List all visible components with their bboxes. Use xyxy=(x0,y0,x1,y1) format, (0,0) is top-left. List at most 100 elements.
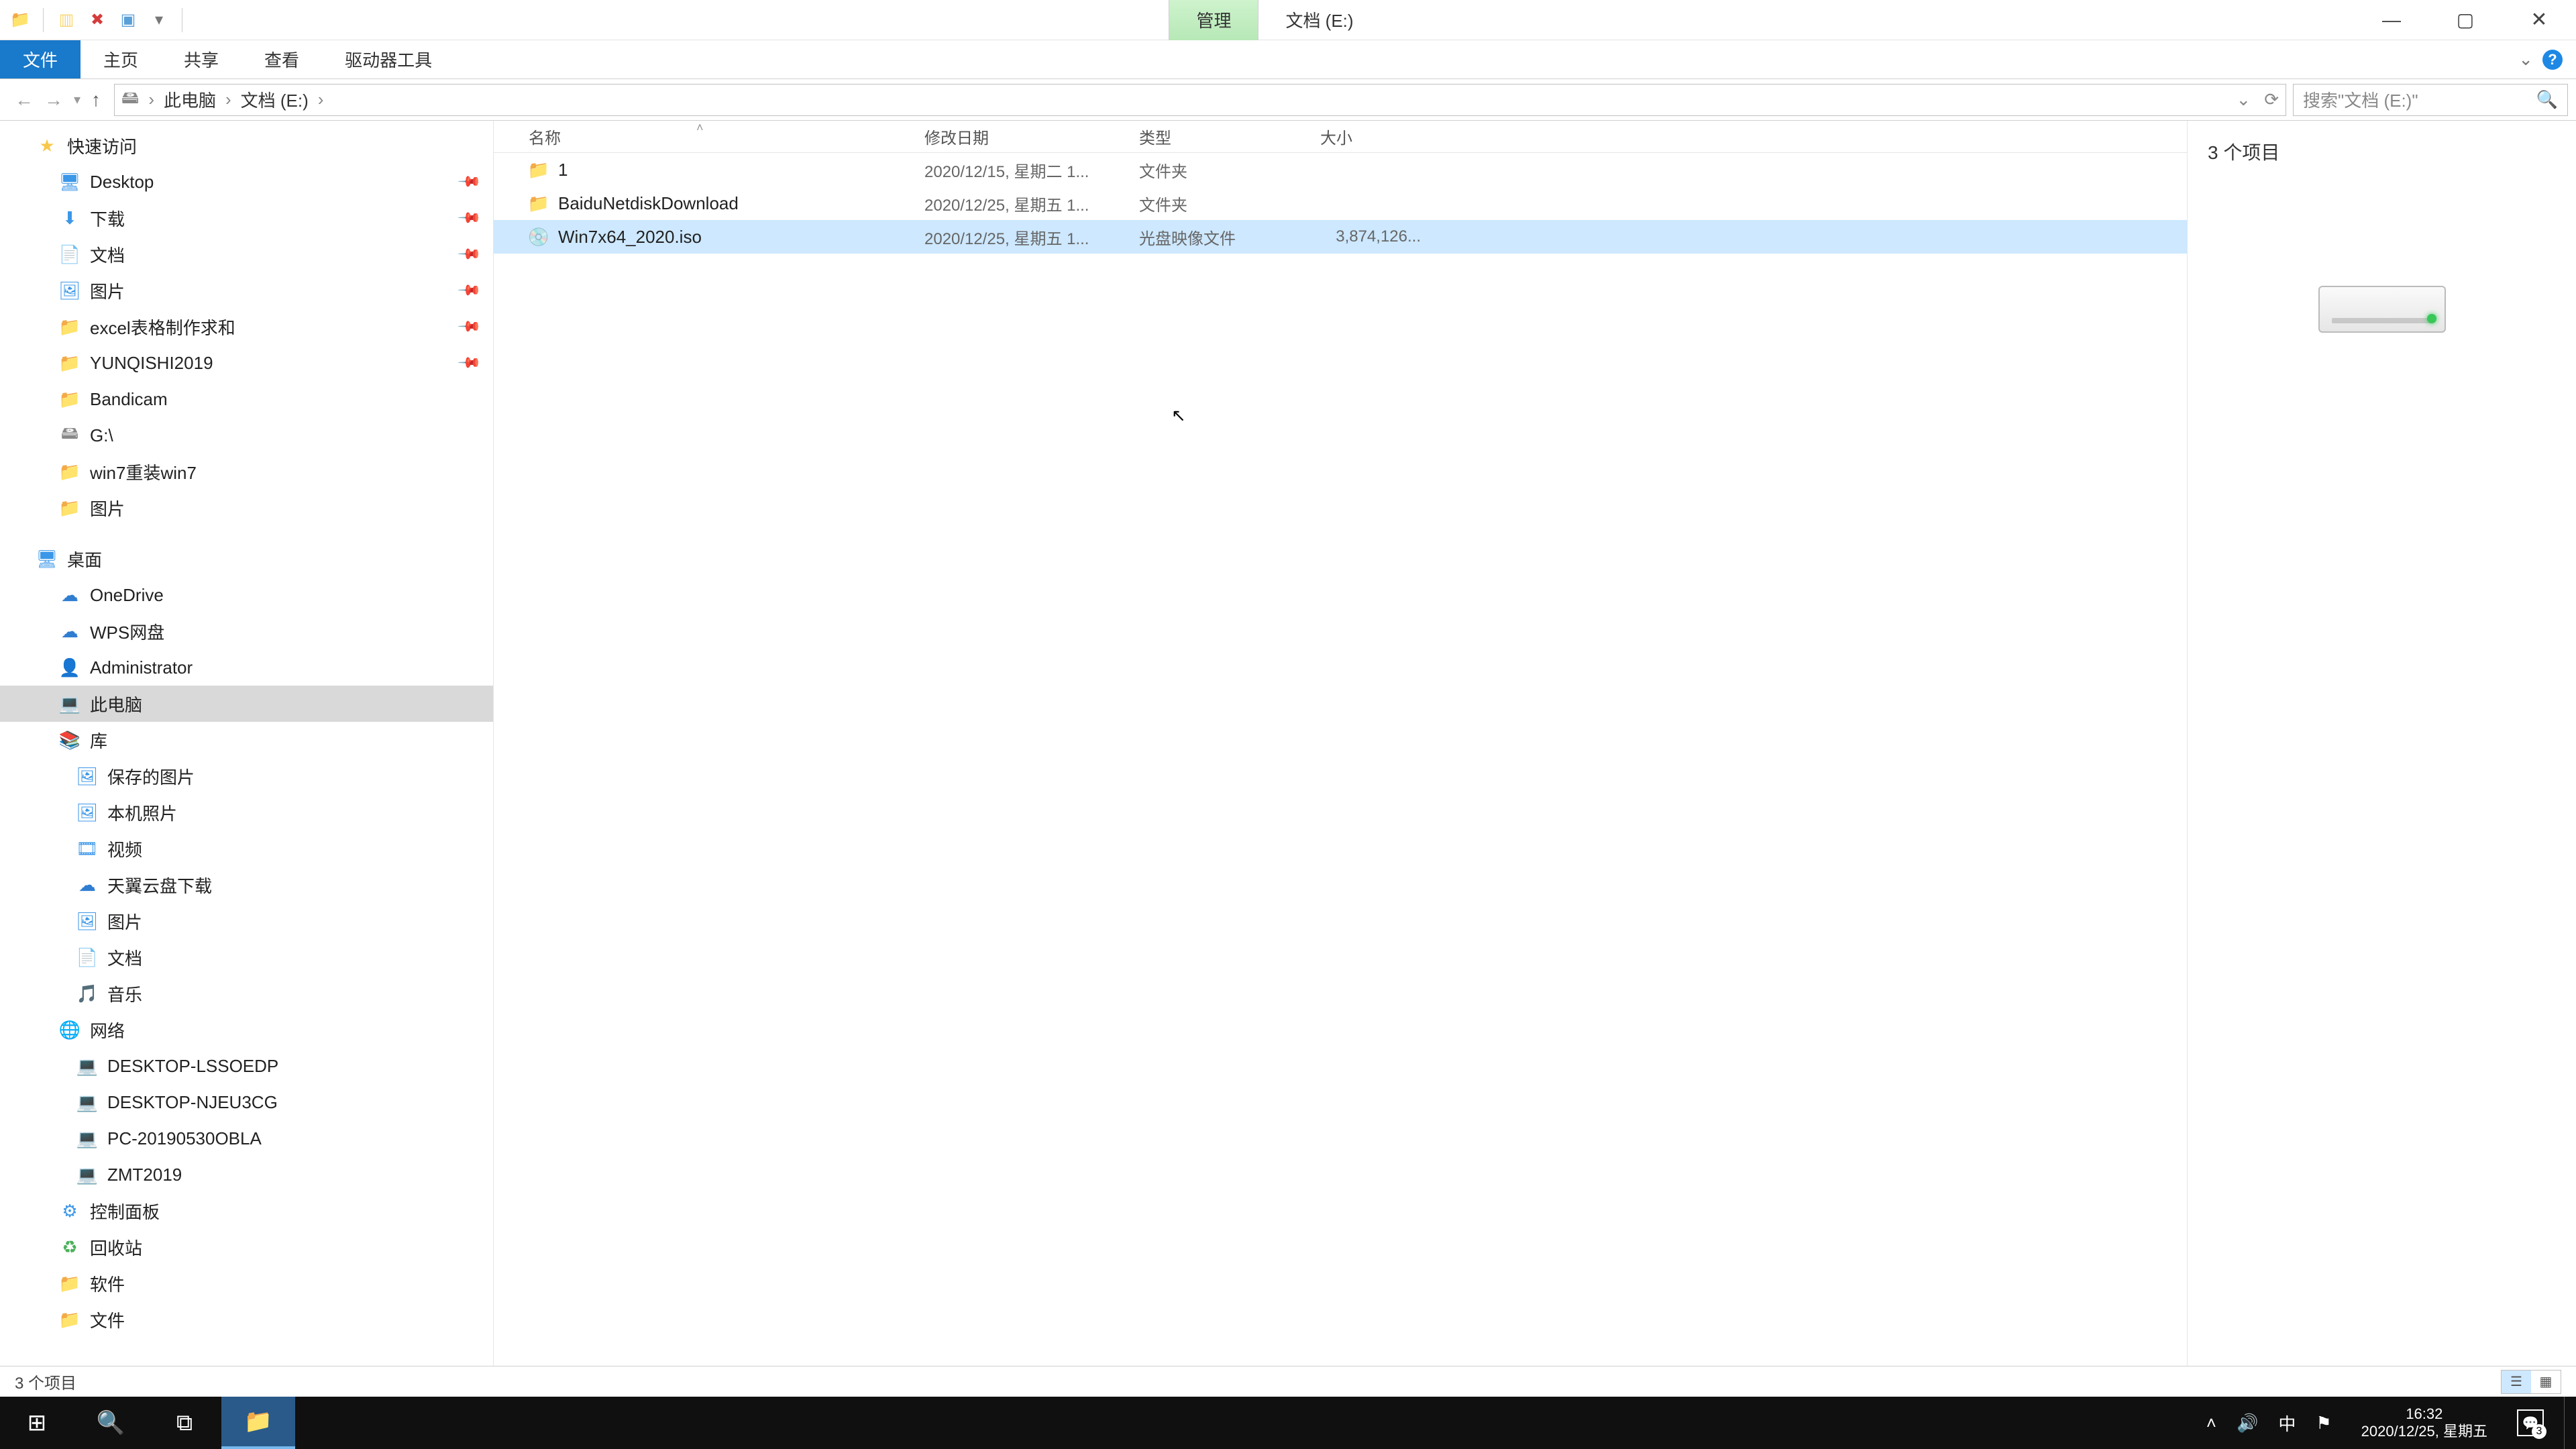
tree-item[interactable]: 📄文档 xyxy=(0,939,493,975)
navigation-pane[interactable]: ★ 快速访问 🖥Desktop📌⬇下载📌📄文档📌🖼图片📌📁excel表格制作求和… xyxy=(0,121,494,1366)
tree-item[interactable]: 📁YUNQISHI2019📌 xyxy=(0,345,493,381)
tree-item[interactable]: ⬇下载📌 xyxy=(0,200,493,236)
tab-view[interactable]: 查看 xyxy=(241,40,322,78)
qat-dropdown-icon[interactable]: ▾ xyxy=(148,9,170,31)
tree-item[interactable]: 📚库 xyxy=(0,722,493,758)
file-row[interactable]: 📁BaiduNetdiskDownload2020/12/25, 星期五 1..… xyxy=(494,186,2187,220)
show-desktop-button[interactable] xyxy=(2564,1397,2571,1449)
ribbon-expand-icon[interactable]: ⌄ xyxy=(2518,49,2533,70)
tree-item[interactable]: 🖴G:\ xyxy=(0,417,493,453)
address-bar[interactable]: 🖴 › 此电脑 › 文档 (E:) › ⌄ ⟳ xyxy=(114,84,2286,116)
drive-icon: 🖴 xyxy=(59,425,80,446)
tree-item[interactable]: ☁WPS网盘 xyxy=(0,613,493,649)
chevron-right-icon[interactable]: › xyxy=(146,89,157,110)
tree-item[interactable]: 🖼保存的图片 xyxy=(0,758,493,794)
file-name: BaiduNetdiskDownload xyxy=(558,193,739,214)
tab-drive-tools[interactable]: 驱动器工具 xyxy=(322,40,455,78)
tree-item[interactable]: 🖼图片📌 xyxy=(0,272,493,309)
tree-item[interactable]: ☁OneDrive xyxy=(0,577,493,613)
breadcrumb-drive[interactable]: 文档 (E:) xyxy=(241,87,309,112)
pic2-icon: 🖼 xyxy=(76,802,98,823)
pin-icon: 📌 xyxy=(456,278,482,303)
volume-icon[interactable]: 🔊 xyxy=(2237,1413,2258,1434)
recent-dropdown-icon[interactable]: ▾ xyxy=(74,91,80,108)
tree-quick-access[interactable]: ★ 快速访问 xyxy=(0,127,493,164)
details-view-button[interactable]: ☰ xyxy=(2502,1371,2531,1393)
minimize-button[interactable]: — xyxy=(2355,0,2428,40)
column-name[interactable]: 名称 ˄ xyxy=(529,125,924,148)
tab-file[interactable]: 文件 xyxy=(0,40,80,78)
details-pane: 3 个项目 xyxy=(2187,121,2576,1366)
tab-share[interactable]: 共享 xyxy=(161,40,241,78)
maximize-button[interactable]: ▢ xyxy=(2428,0,2502,40)
security-icon[interactable]: ⚑ xyxy=(2316,1413,2331,1434)
up-button[interactable]: ↑ xyxy=(91,89,101,111)
tree-item[interactable]: ♻回收站 xyxy=(0,1229,493,1265)
tree-label: 图片 xyxy=(90,278,125,303)
tree-item[interactable]: 📁win7重装win7 xyxy=(0,453,493,490)
tree-item[interactable]: 💻ZMT2019 xyxy=(0,1157,493,1193)
forward-button[interactable]: → xyxy=(44,89,63,111)
taskbar-explorer-button[interactable]: 📁 xyxy=(221,1397,295,1449)
file-type: 光盘映像文件 xyxy=(1139,225,1320,249)
tree-item[interactable]: 🎵音乐 xyxy=(0,975,493,1012)
tray-expand-icon[interactable]: ˄ xyxy=(2206,1413,2216,1434)
chevron-right-icon[interactable]: › xyxy=(315,89,327,110)
tree-item[interactable]: 📁软件 xyxy=(0,1265,493,1301)
tree-item[interactable]: 💻PC-20190530OBLA xyxy=(0,1120,493,1157)
tree-item[interactable]: 📁图片 xyxy=(0,490,493,526)
address-dropdown-icon[interactable]: ⌄ xyxy=(2236,89,2251,110)
search-icon[interactable]: 🔍 xyxy=(2536,89,2558,110)
task-view-button[interactable]: ⧉ xyxy=(148,1397,221,1449)
tree-item[interactable]: 🖼本机照片 xyxy=(0,794,493,830)
tree-item[interactable]: 🎞视频 xyxy=(0,830,493,867)
folder-icon: 📁 xyxy=(59,352,80,374)
tree-item[interactable]: 🖥Desktop📌 xyxy=(0,164,493,200)
quick-access-toolbar: 📁 ▥ ✖ ▣ ▾ xyxy=(0,0,195,40)
tree-item[interactable]: 🌐网络 xyxy=(0,1012,493,1048)
file-list: 名称 ˄ 修改日期 类型 大小 ↖ 📁12020/12/15, 星期二 1...… xyxy=(494,121,2187,1366)
taskbar-clock[interactable]: 16:32 2020/12/25, 星期五 xyxy=(2352,1405,2497,1441)
column-type[interactable]: 类型 xyxy=(1139,125,1320,148)
tree-item[interactable]: ☁天翼云盘下载 xyxy=(0,867,493,903)
tree-item[interactable]: 📁文件 xyxy=(0,1301,493,1338)
help-icon[interactable]: ? xyxy=(2542,50,2563,70)
file-row[interactable]: 💿Win7x64_2020.iso2020/12/25, 星期五 1...光盘映… xyxy=(494,220,2187,254)
tree-item[interactable]: 💻此电脑 xyxy=(0,686,493,722)
tree-item[interactable]: 🖼图片 xyxy=(0,903,493,939)
contextual-tab-manage[interactable]: 管理 xyxy=(1169,0,1258,40)
tree-item[interactable]: 📄文档📌 xyxy=(0,236,493,272)
tree-item[interactable]: 👤Administrator xyxy=(0,649,493,686)
tab-home[interactable]: 主页 xyxy=(80,40,161,78)
search-input[interactable]: 搜索"文档 (E:)" 🔍 xyxy=(2293,84,2568,116)
qat-new-icon[interactable]: ▣ xyxy=(117,9,139,31)
tree-item[interactable]: ⚙控制面板 xyxy=(0,1193,493,1229)
column-size[interactable]: 大小 xyxy=(1320,125,1434,148)
qat-paste-icon[interactable]: ✖ xyxy=(87,9,108,31)
tree-item[interactable]: 💻DESKTOP-LSSOEDP xyxy=(0,1048,493,1084)
tree-desktop-root[interactable]: 🖥 桌面 xyxy=(0,541,493,577)
breadcrumb-this-pc[interactable]: 此电脑 xyxy=(164,87,216,112)
tree-label: ZMT2019 xyxy=(107,1165,182,1185)
tree-item[interactable]: 📁Bandicam xyxy=(0,381,493,417)
ime-indicator[interactable]: 中 xyxy=(2278,1411,2296,1436)
thumbnails-view-button[interactable]: ▦ xyxy=(2531,1371,2561,1393)
tree-label: PC-20190530OBLA xyxy=(107,1128,262,1149)
action-center-button[interactable]: 💬3 xyxy=(2517,1409,2544,1436)
desktop-icon: 🖥 xyxy=(36,548,58,570)
folder-icon: 📁 xyxy=(59,461,80,482)
cloud-icon: ☁ xyxy=(59,584,80,606)
download-icon: ⬇ xyxy=(59,207,80,229)
qat-properties-icon[interactable]: ▥ xyxy=(56,9,77,31)
file-row[interactable]: 📁12020/12/15, 星期二 1...文件夹 xyxy=(494,153,2187,186)
back-button[interactable]: ← xyxy=(15,89,34,111)
start-button[interactable]: ⊞ xyxy=(0,1397,74,1449)
column-date[interactable]: 修改日期 xyxy=(924,125,1139,148)
taskbar-search-button[interactable]: 🔍 xyxy=(74,1397,148,1449)
refresh-icon[interactable]: ⟳ xyxy=(2264,89,2279,110)
close-button[interactable]: ✕ xyxy=(2502,0,2576,40)
tree-item[interactable]: 📁excel表格制作求和📌 xyxy=(0,309,493,345)
chevron-right-icon[interactable]: › xyxy=(223,89,234,110)
tree-item[interactable]: 💻DESKTOP-NJEU3CG xyxy=(0,1084,493,1120)
pic2-icon: 🖼 xyxy=(76,910,98,932)
